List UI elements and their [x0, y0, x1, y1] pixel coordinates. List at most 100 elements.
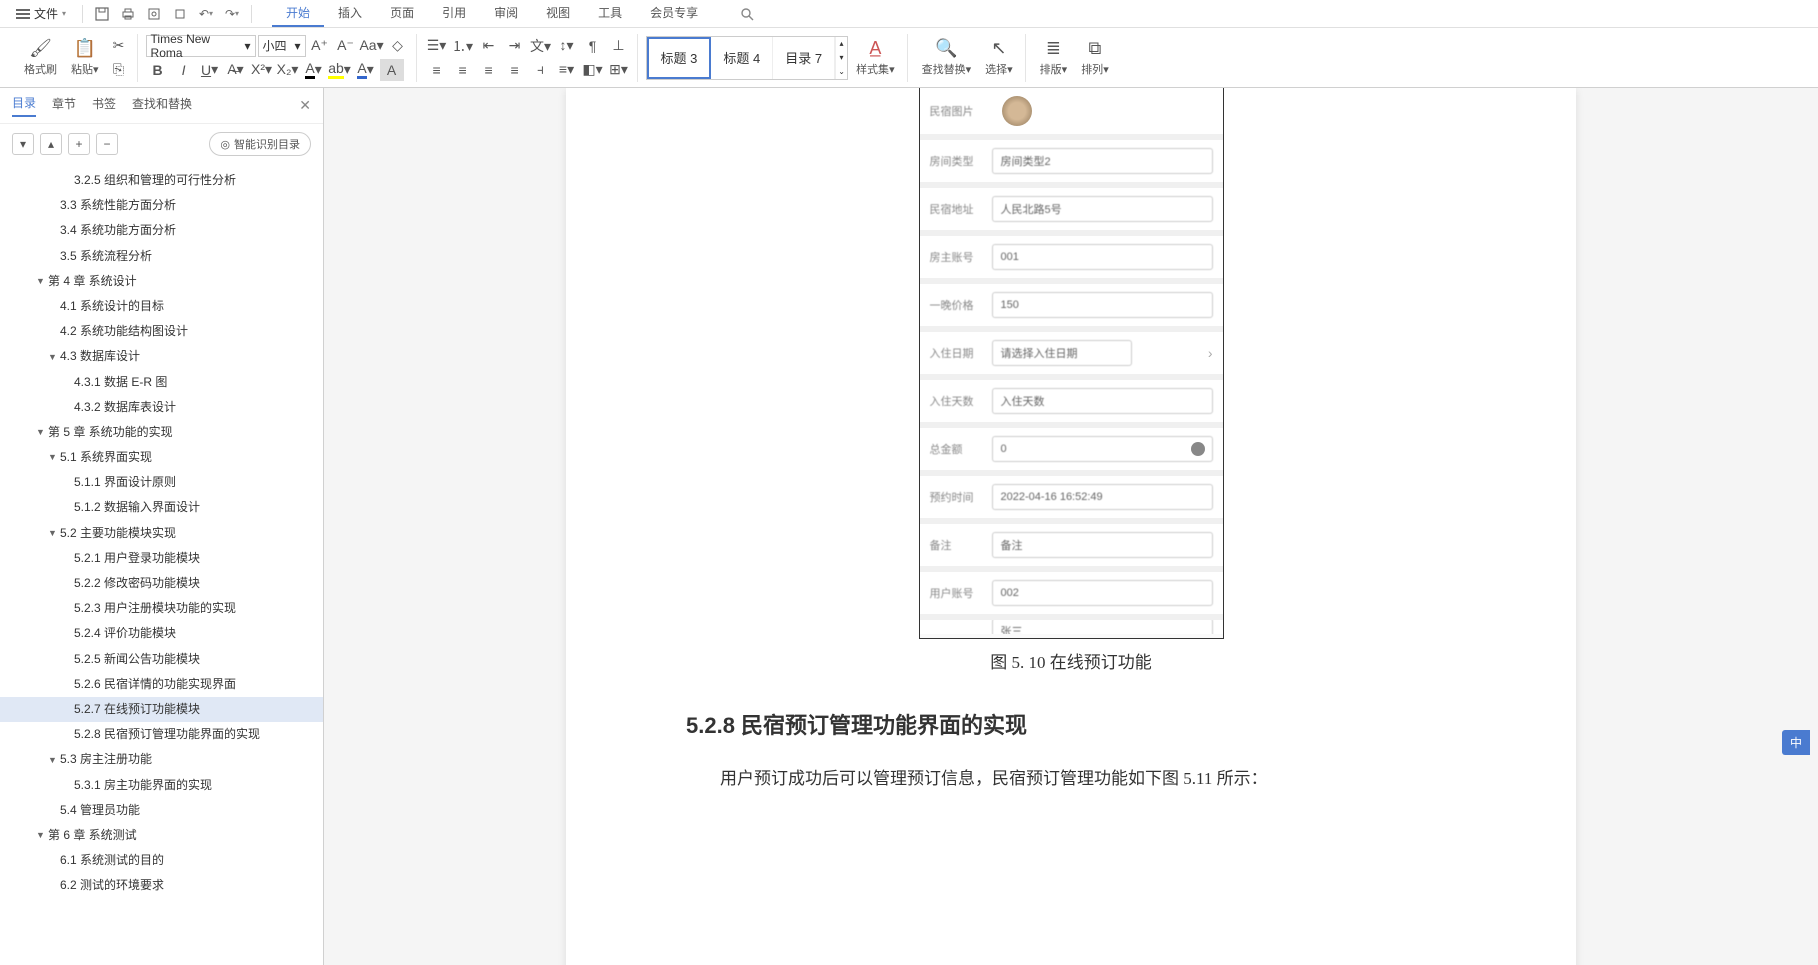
expand-icon[interactable]: ▴ [40, 133, 62, 155]
outline-item[interactable]: 4.3.1 数据 E-R 图 [0, 370, 323, 395]
strikethrough-icon[interactable]: A̶▾ [224, 59, 248, 81]
decrease-indent-icon[interactable]: ⇤ [477, 35, 501, 57]
style-item-0[interactable]: 标题 3 [647, 37, 712, 79]
layout-button[interactable]: ≣ 排版▾ [1034, 36, 1074, 79]
text-direction-icon[interactable]: 文▾ [529, 35, 553, 57]
outline-item[interactable]: ▼5.2 主要功能模块实现 [0, 521, 323, 546]
nav-tab-0[interactable]: 目录 [12, 94, 36, 117]
toggle-icon[interactable]: ▼ [48, 526, 60, 540]
grow-font-icon[interactable]: A⁺ [308, 35, 332, 57]
align-right-icon[interactable]: ≡ [477, 59, 501, 81]
justify-icon[interactable]: ≡ [503, 59, 527, 81]
outline-item[interactable]: 4.1 系统设计的目标 [0, 294, 323, 319]
align-center-icon[interactable]: ≡ [451, 59, 475, 81]
style-up-icon[interactable]: ▴ [835, 37, 847, 51]
superscript-icon[interactable]: X²▾ [250, 59, 274, 81]
toggle-icon[interactable]: ▼ [36, 425, 48, 439]
toggle-icon[interactable]: ▼ [48, 450, 60, 464]
outline-item[interactable]: 5.2.3 用户注册模块功能的实现 [0, 596, 323, 621]
toggle-icon[interactable]: ▼ [36, 274, 48, 288]
outline-item[interactable]: 6.1 系统测试的目的 [0, 848, 323, 873]
remove-icon[interactable]: − [96, 133, 118, 155]
outline-item[interactable]: 5.1.2 数据输入界面设计 [0, 495, 323, 520]
outline-item[interactable]: ▼第 6 章 系统测试 [0, 823, 323, 848]
style-item-2[interactable]: 目录 7 [773, 37, 835, 79]
align-left-icon[interactable]: ≡ [425, 59, 449, 81]
highlight-icon[interactable]: ab▾ [328, 59, 352, 81]
font-color2-icon[interactable]: A▾ [354, 59, 378, 81]
bullet-list-icon[interactable]: ☰▾ [425, 35, 449, 57]
outline-item[interactable]: 3.2.5 组织和管理的可行性分析 [0, 168, 323, 193]
close-icon[interactable]: ✕ [299, 97, 311, 114]
menu-tab-4[interactable]: 审阅 [480, 0, 532, 27]
nav-tab-3[interactable]: 查找和替换 [132, 95, 192, 116]
find-replace-button[interactable]: 🔍 查找替换▾ [916, 36, 978, 79]
style-item-1[interactable]: 标题 4 [711, 37, 773, 79]
underline-icon[interactable]: U▾ [198, 59, 222, 81]
outline-item[interactable]: 5.4 管理员功能 [0, 798, 323, 823]
outline-item[interactable]: 5.1.1 界面设计原则 [0, 470, 323, 495]
menu-tab-7[interactable]: 会员专享 [636, 0, 712, 27]
save-icon[interactable] [91, 3, 113, 25]
nav-tab-1[interactable]: 章节 [52, 95, 76, 116]
outline-item[interactable]: 5.2.6 民宿详情的功能实现界面 [0, 672, 323, 697]
number-list-icon[interactable]: ⒈▾ [451, 35, 475, 57]
outline-item[interactable]: 3.3 系统性能方面分析 [0, 193, 323, 218]
distribute-icon[interactable]: ⫞ [529, 59, 553, 81]
outline-item[interactable]: 3.4 系统功能方面分析 [0, 218, 323, 243]
menu-tab-3[interactable]: 引用 [428, 0, 480, 27]
undo-icon[interactable]: ↶▾ [195, 3, 217, 25]
char-shading-icon[interactable]: A [380, 59, 404, 81]
export-icon[interactable] [169, 3, 191, 25]
outline-item[interactable]: 5.3.1 房主功能界面的实现 [0, 773, 323, 798]
toggle-icon[interactable]: ▼ [36, 828, 48, 842]
document-area[interactable]: 民宿图片房间类型房间类型2民宿地址人民北路5号房主账号001一晚价格150入住日… [324, 88, 1818, 965]
outline-item[interactable]: 5.2.8 民宿预订管理功能界面的实现 [0, 722, 323, 747]
outline-item[interactable]: ▼5.3 房主注册功能 [0, 747, 323, 772]
style-down-icon[interactable]: ▾ [835, 51, 847, 65]
menu-tab-0[interactable]: 开始 [272, 0, 324, 27]
outline-item[interactable]: 5.2.1 用户登录功能模块 [0, 546, 323, 571]
tabs-icon[interactable]: ⊥ [607, 35, 631, 57]
show-marks-icon[interactable]: ¶ [581, 35, 605, 57]
outline-item[interactable]: 5.2.4 评价功能模块 [0, 621, 323, 646]
ime-indicator[interactable]: 中 [1782, 730, 1810, 755]
select-button[interactable]: ↖ 选择▾ [979, 36, 1019, 79]
add-icon[interactable]: + [68, 133, 90, 155]
format-painter-button[interactable]: 🖌 格式刷 [18, 36, 63, 79]
outline-item[interactable]: 6.2 测试的环境要求 [0, 873, 323, 898]
bold-icon[interactable]: B [146, 59, 170, 81]
nav-tab-2[interactable]: 书签 [92, 95, 116, 116]
outline-item[interactable]: ▼4.3 数据库设计 [0, 344, 323, 369]
outline-tree[interactable]: 3.2.5 组织和管理的可行性分析3.3 系统性能方面分析3.4 系统功能方面分… [0, 164, 323, 965]
paste-button[interactable]: 📋 粘贴▾ [65, 36, 105, 79]
toggle-icon[interactable]: ▼ [48, 350, 60, 364]
toggle-icon[interactable]: ▼ [48, 753, 60, 767]
menu-tab-5[interactable]: 视图 [532, 0, 584, 27]
line-spacing-icon[interactable]: ≡▾ [555, 59, 579, 81]
increase-indent-icon[interactable]: ⇥ [503, 35, 527, 57]
menu-tab-6[interactable]: 工具 [584, 0, 636, 27]
subscript-icon[interactable]: X₂▾ [276, 59, 300, 81]
print-preview-icon[interactable] [143, 3, 165, 25]
change-case-icon[interactable]: Aa▾ [360, 35, 384, 57]
copy-icon[interactable]: ⎘ [107, 59, 131, 81]
font-name-select[interactable]: Times New Roma▾ [146, 35, 256, 57]
outline-item[interactable]: 5.2.7 在线预订功能模块 [0, 697, 323, 722]
search-icon[interactable] [736, 3, 758, 25]
italic-icon[interactable]: I [172, 59, 196, 81]
file-menu[interactable]: 文件 ▾ [8, 3, 74, 24]
menu-tab-1[interactable]: 插入 [324, 0, 376, 27]
outline-item[interactable]: ▼第 4 章 系统设计 [0, 269, 323, 294]
outline-item[interactable]: ▼第 5 章 系统功能的实现 [0, 420, 323, 445]
cut-icon[interactable]: ✂ [107, 35, 131, 57]
shrink-font-icon[interactable]: A⁻ [334, 35, 358, 57]
smart-recognize-button[interactable]: ◎ 智能识别目录 [209, 132, 311, 156]
font-color-icon[interactable]: A▾ [302, 59, 326, 81]
font-size-select[interactable]: 小四▾ [258, 35, 306, 57]
borders-icon[interactable]: ⊞▾ [607, 59, 631, 81]
sort-icon[interactable]: ↕▾ [555, 35, 579, 57]
collapse-icon[interactable]: ▾ [12, 133, 34, 155]
redo-icon[interactable]: ↷▾ [221, 3, 243, 25]
shading-icon[interactable]: ◧▾ [581, 59, 605, 81]
